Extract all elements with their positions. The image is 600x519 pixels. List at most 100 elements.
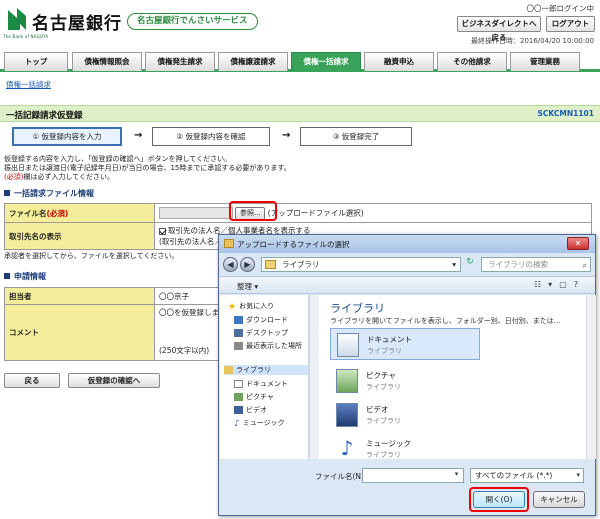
nav-pictures[interactable]: ピクチャ	[234, 392, 274, 402]
filename-dropdown-icon[interactable]: ▾	[449, 468, 464, 483]
library-heading: ライブラリ	[330, 302, 385, 315]
instruction-line-3: (必須)欄は必ず入力してください。	[4, 172, 114, 182]
search-input[interactable]: ライブラリの検索 ⌕	[481, 257, 591, 272]
subnav-bulk-claim-link[interactable]: 債権一括請求	[6, 79, 51, 90]
chevron-down-icon: ▾	[576, 471, 580, 479]
browse-highlight	[229, 201, 277, 221]
bizdirect-return-button[interactable]: ビジネスダイレクトへ戻る	[457, 16, 541, 42]
header: The Bank of NAGOYA 名古屋銀行 名古屋銀行でんさいサービス 〇…	[0, 0, 600, 48]
desktop-icon	[234, 329, 243, 337]
nav-downloads[interactable]: ダウンロード	[234, 315, 288, 325]
file-name-cell: 参照... (アップロードファイル選択)	[154, 203, 592, 223]
section-heading-request-info: 申請情報	[4, 271, 46, 282]
nav-documents[interactable]: ドキュメント	[234, 379, 288, 389]
library-icon	[265, 260, 276, 269]
nav-tab-claim-inquiry[interactable]: 債権情報照会	[72, 52, 142, 71]
partner-display-label: 取引先名の表示	[4, 222, 155, 250]
bank-sub-name: The Bank of NAGOYA	[3, 34, 49, 39]
section-heading-file-info: 一括請求ファイル情報	[4, 188, 94, 199]
library-icon	[224, 366, 233, 374]
file-upload-dialog: アップロードするファイルの選択 ✕ ◀ ▶ ライブラリ ▾ ↻ ライブラリの検索 ⌕…	[218, 234, 596, 516]
download-folder-icon	[234, 316, 243, 324]
refresh-icon[interactable]: ↻	[463, 257, 477, 272]
nav-tab-top[interactable]: トップ	[4, 52, 68, 71]
comment-label: コメント	[4, 304, 155, 361]
logout-button[interactable]: ログアウト	[546, 16, 595, 32]
music-icon: ♪	[340, 436, 354, 460]
nav-tab-claim-issue[interactable]: 債権発生請求	[145, 52, 215, 71]
library-item-documents[interactable]: ドキュメント ライブラリ	[330, 328, 480, 360]
recent-places-icon	[234, 342, 243, 350]
step-3-complete: ③ 仮登録完了	[300, 127, 412, 146]
show-partner-name-checkbox[interactable]	[159, 227, 166, 235]
nav-tab-admin[interactable]: 管理業務	[510, 52, 580, 71]
pictures-icon	[234, 393, 243, 401]
required-mark: (必須)	[4, 173, 24, 181]
file-list-pane: ライブラリ ライブラリを開いてファイルを表示し、フォルダー別、日付別、または..…	[318, 295, 586, 459]
documents-icon	[234, 380, 243, 388]
filename-label: ファイル名(N):	[315, 472, 367, 481]
videos-icon	[234, 406, 243, 414]
pictures-icon	[336, 369, 358, 393]
page-title: 一括記録請求仮登録	[6, 111, 83, 121]
nav-tab-claim-transfer[interactable]: 債権譲渡請求	[218, 52, 288, 71]
nav-videos[interactable]: ビデオ	[234, 405, 267, 415]
step-2-confirm: ② 仮登録内容を確認	[152, 127, 270, 146]
service-name-badge: 名古屋銀行でんさいサービス	[127, 13, 258, 30]
step-arrow-icon: →	[282, 130, 291, 141]
main-nav: トップ 債権情報照会 債権発生請求 債権譲渡請求 債権一括請求 融資申込 その他…	[0, 50, 600, 72]
nav-libraries[interactable]: ライブラリ	[224, 365, 308, 375]
folder-icon	[224, 239, 234, 248]
file-name-label: ファイル名(必須)	[4, 203, 155, 223]
chevron-down-icon[interactable]: ▾	[452, 258, 456, 271]
page-title-bar: 一括記録請求仮登録 SCKCMN1101	[0, 105, 600, 122]
step-1-input: ① 仮登録内容を入力	[12, 127, 122, 146]
navigation-pane: ★ お気に入り ダウンロード デスクトップ 最近表示した場所 ライブラリ ドキュメ…	[220, 295, 309, 459]
videos-icon	[336, 403, 358, 427]
step-arrow-icon: →	[134, 130, 143, 141]
nav-tab-bulk-claim[interactable]: 債権一括請求	[291, 52, 361, 71]
required-mark: (必須)	[46, 208, 69, 218]
close-button[interactable]: ✕	[567, 237, 589, 250]
organize-menu[interactable]: 整理 ▾	[237, 281, 258, 292]
open-button-highlight	[469, 487, 529, 512]
dialog-titlebar[interactable]: アップロードするファイルの選択 ✕	[219, 235, 595, 253]
dialog-title: アップロードするファイルの選択	[237, 240, 350, 249]
library-item-music[interactable]: ♪ ミュージック ライブラリ	[330, 433, 480, 465]
forward-arrow-icon[interactable]: ▶	[240, 257, 255, 272]
library-item-videos[interactable]: ビデオ ライブラリ	[330, 399, 480, 431]
login-user-status: 〇〇一郎ログイン中	[526, 4, 595, 13]
bank-name: 名古屋銀行	[32, 14, 122, 34]
cancel-button[interactable]: キャンセル	[533, 491, 585, 508]
view-options-icon[interactable]: ☷▾▢?	[534, 280, 585, 289]
last-operation-time: 最終操作日時：2016/04/20 10:00:00	[470, 37, 594, 45]
dialog-toolbar: 整理 ▾ ☷▾▢?	[219, 276, 595, 294]
star-icon: ★	[228, 302, 237, 312]
nav-desktop[interactable]: デスクトップ	[234, 328, 288, 338]
approver-note: 承認者を選択してから、ファイルを選択してください。	[4, 252, 179, 260]
back-button[interactable]: 戻る	[4, 373, 60, 388]
nav-recent-places[interactable]: 最近表示した場所	[234, 341, 302, 351]
file-type-select[interactable]: すべてのファイル (*.*) ▾	[470, 468, 584, 483]
nav-favorites[interactable]: ★ お気に入り	[228, 301, 274, 312]
nav-tab-loan-application[interactable]: 融資申込	[364, 52, 434, 71]
browse-note: (アップロードファイル選択)	[267, 208, 364, 217]
file-path-field[interactable]	[159, 207, 233, 219]
documents-icon	[337, 333, 359, 357]
library-item-pictures[interactable]: ピクチャ ライブラリ	[330, 365, 480, 397]
file-list-scrollbar[interactable]	[586, 295, 596, 459]
library-description: ライブラリを開いてファイルを表示し、フォルダー別、日付別、または...	[330, 317, 561, 325]
back-arrow-icon[interactable]: ◀	[223, 257, 238, 272]
person-in-charge-label: 担当者	[4, 287, 155, 305]
nav-tab-other-requests[interactable]: その他請求	[437, 52, 507, 71]
screen-id: SCKCMN1101	[537, 109, 595, 118]
bank-logo-icon	[8, 8, 26, 30]
address-bar[interactable]: ライブラリ ▾	[261, 257, 461, 272]
search-icon: ⌕	[582, 261, 587, 270]
address-row: ◀ ▶ ライブラリ ▾ ↻ ライブラリの検索 ⌕	[223, 256, 593, 274]
navigation-scrollbar[interactable]	[309, 295, 317, 459]
confirm-registration-button[interactable]: 仮登録の確認へ	[68, 373, 160, 388]
instruction-line-3-text: 欄は必ず入力してください。	[23, 173, 115, 181]
music-icon: ♪	[234, 419, 240, 429]
nav-music[interactable]: ♪ ミュージック	[234, 418, 285, 429]
